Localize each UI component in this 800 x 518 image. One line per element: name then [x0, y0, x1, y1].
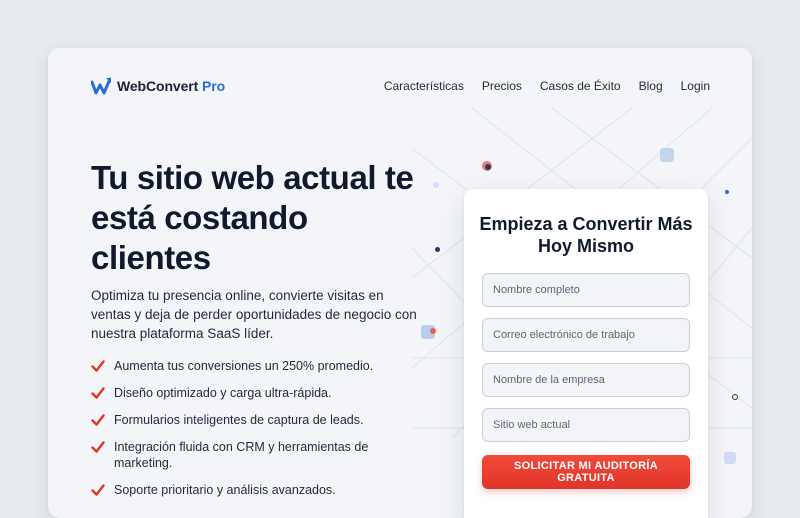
feature-item: Integración fluida con CRM y herramienta…: [91, 439, 411, 471]
decor-cube: [660, 148, 674, 162]
brand-suffix: Pro: [202, 78, 226, 94]
full-name-input[interactable]: [482, 273, 690, 307]
decor-cube: [724, 452, 736, 464]
brand-name: WebConvert Pro: [117, 78, 226, 94]
checkmark-icon: [91, 387, 105, 399]
hero-title: Tu sitio web actual te está costando cli…: [91, 159, 414, 276]
decor-dot: [725, 190, 729, 194]
checkmark-icon: [91, 441, 105, 453]
feature-text: Formularios inteligentes de captura de l…: [114, 413, 364, 427]
feature-text: Integración fluida con CRM y herramienta…: [114, 440, 369, 470]
feature-item: Aumenta tus conversiones un 250% promedi…: [91, 358, 411, 374]
checkmark-icon: [91, 414, 105, 426]
lead-form: Empieza a Convertir Más Hoy Mismo SOLICI…: [464, 189, 708, 518]
feature-item: Soporte prioritario y análisis avanzados…: [91, 482, 411, 498]
nav-link-login[interactable]: Login: [681, 79, 710, 93]
checkmark-icon: [91, 484, 105, 496]
nav-links: Características Precios Casos de Éxito B…: [384, 79, 710, 93]
decor-dot: [485, 164, 491, 170]
website-input[interactable]: [482, 408, 690, 442]
feature-text: Aumenta tus conversiones un 250% promedi…: [114, 359, 374, 373]
nav-link-precios[interactable]: Precios: [482, 79, 522, 93]
feature-item: Diseño optimizado y carga ultra-rápida.: [91, 385, 411, 401]
hero-subtitle: Optimiza tu presencia online, convierte …: [91, 288, 417, 341]
brand-logo[interactable]: WebConvert Pro: [91, 77, 225, 95]
feature-list: Aumenta tus conversiones un 250% promedi…: [91, 358, 411, 509]
decor-dot: [435, 247, 440, 252]
feature-item: Formularios inteligentes de captura de l…: [91, 412, 411, 428]
request-audit-button[interactable]: SOLICITAR MI AUDITORÍA GRATUITA: [482, 455, 690, 489]
decor-dot: [430, 328, 436, 334]
decor-dot: [433, 182, 439, 188]
company-name-input[interactable]: [482, 363, 690, 397]
feature-text: Soporte prioritario y análisis avanzados…: [114, 483, 336, 497]
nav-link-casos-de-exito[interactable]: Casos de Éxito: [540, 79, 621, 93]
feature-text: Diseño optimizado y carga ultra-rápida.: [114, 386, 332, 400]
decor-ring: [732, 394, 738, 400]
checkmark-icon: [91, 360, 105, 372]
landing-page-card: WebConvert Pro Características Precios C…: [48, 48, 752, 518]
top-nav: WebConvert Pro Características Precios C…: [91, 74, 710, 98]
work-email-input[interactable]: [482, 318, 690, 352]
nav-link-blog[interactable]: Blog: [639, 79, 663, 93]
form-title: Empieza a Convertir Más Hoy Mismo: [479, 214, 693, 256]
w-chart-icon: [91, 77, 111, 95]
nav-link-caracteristicas[interactable]: Características: [384, 79, 464, 93]
